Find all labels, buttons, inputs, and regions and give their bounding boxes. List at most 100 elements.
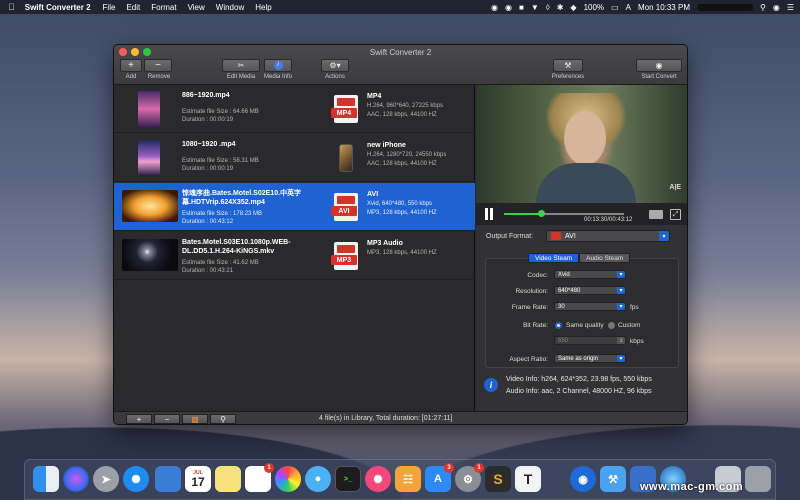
- battery-icon[interactable]: ▭: [611, 3, 619, 12]
- status-icon-2[interactable]: ◉: [505, 3, 512, 12]
- format-icon[interactable]: MP4: [331, 95, 360, 123]
- progress-slider[interactable]: [504, 213, 624, 215]
- start-convert-button[interactable]: ◉: [636, 59, 682, 72]
- sublime-text-icon[interactable]: S: [485, 466, 511, 492]
- file-row[interactable]: 886~1920.mp4 Estimate file Size : 64.66 …: [114, 85, 475, 133]
- bitrate-same-label: Same quality: [566, 322, 604, 329]
- menu-format[interactable]: Format: [151, 3, 176, 12]
- codec-select[interactable]: Xvid ▾: [554, 270, 626, 279]
- apple-menu-icon[interactable]: : [8, 2, 15, 12]
- aspect-value: Same as origin: [558, 355, 599, 362]
- channel-logo: A|E: [669, 184, 681, 191]
- app-window: Swift Converter 2 + − Add Remove ✂ i Edi…: [113, 44, 688, 425]
- finder-icon[interactable]: [33, 466, 59, 492]
- search-file-button[interactable]: ⚲: [210, 414, 236, 424]
- reminders-icon[interactable]: 1: [245, 463, 274, 492]
- format-icon[interactable]: MP3: [331, 242, 360, 270]
- video-thumbnail: [122, 190, 178, 222]
- file-size: Estimate file Size : 58.31 MB: [182, 158, 259, 164]
- trash-button[interactable]: ▩: [182, 414, 208, 424]
- file-row[interactable]: Bates.Motel.S03E10.1080p.WEB-DL.DD5.1.H.…: [114, 232, 475, 280]
- preferences-button[interactable]: ⚒: [553, 59, 583, 72]
- snapshot-icon[interactable]: [649, 210, 663, 219]
- app-store-icon[interactable]: A 3: [425, 463, 454, 492]
- menu-edit[interactable]: Edit: [126, 3, 140, 12]
- video-preview[interactable]: A|E: [476, 85, 687, 203]
- search-icon[interactable]: ⚲: [760, 3, 766, 12]
- wrench-icon: ⚒: [564, 61, 572, 70]
- file-list[interactable]: 886~1920.mp4 Estimate file Size : 64.66 …: [114, 85, 475, 411]
- bitrate-custom-radio[interactable]: [608, 322, 615, 329]
- file-row[interactable]: 1080~1920 .mp4 Estimate file Size : 58.3…: [114, 134, 475, 182]
- add-button[interactable]: +: [120, 59, 142, 72]
- format-icon[interactable]: AVI: [331, 193, 360, 221]
- menu-window[interactable]: Window: [216, 3, 244, 12]
- bitrate-same-radio[interactable]: [555, 322, 562, 329]
- notes-icon[interactable]: [215, 466, 241, 492]
- preview-face: [564, 111, 606, 165]
- resolution-select[interactable]: 640*480 ▾: [554, 286, 626, 295]
- tab-video-steam[interactable]: Video Steam: [528, 253, 580, 263]
- actions-button[interactable]: ⚙▾: [321, 59, 349, 72]
- output-format-label: Output Format:: [486, 233, 534, 240]
- chevron-down-icon: ▾: [617, 271, 625, 278]
- books-icon[interactable]: ☷: [395, 466, 421, 492]
- messages-icon[interactable]: ●: [305, 466, 331, 492]
- photo-app-icon[interactable]: [155, 466, 181, 492]
- menu-app-name[interactable]: Swift Converter 2: [25, 3, 91, 12]
- preferences-label: Preferences: [551, 74, 585, 80]
- edit-media-button[interactable]: ✂: [222, 59, 260, 72]
- wifi-icon[interactable]: ◆: [570, 3, 576, 12]
- aspect-select[interactable]: Same as origin ▾: [554, 354, 626, 363]
- bitrate-value-select[interactable]: 550 ↕: [554, 336, 626, 345]
- remove-file-button[interactable]: −: [154, 414, 180, 424]
- system-preferences-icon[interactable]: ⚙ 1: [455, 463, 484, 492]
- bitrate-custom-label: Custom: [618, 322, 641, 329]
- typora-icon[interactable]: T: [515, 466, 541, 492]
- resolution-label: Resolution:: [515, 288, 548, 295]
- fullscreen-icon[interactable]: ⤢: [670, 209, 681, 220]
- progress-knob[interactable]: [538, 210, 546, 217]
- edit-media-label: Edit Media: [226, 74, 256, 80]
- photos-icon[interactable]: [275, 466, 301, 492]
- file-row-selected[interactable]: 惊魂序曲.Bates.Motel.S02E10.中英字幕.HDTVrip.624…: [114, 183, 475, 231]
- maps-pin-icon[interactable]: ◉: [570, 466, 596, 492]
- menu-file[interactable]: File: [103, 3, 116, 12]
- trash-dock-icon[interactable]: [745, 466, 771, 492]
- output-video-spec: H.264, 960*640, 27225 kbps: [367, 103, 444, 109]
- scissors-icon: ✂: [237, 61, 245, 70]
- resolution-value: 640*480: [558, 287, 581, 294]
- remove-button[interactable]: −: [144, 59, 172, 72]
- status-icon-1[interactable]: ◉: [491, 3, 498, 12]
- add-label: Add: [125, 74, 137, 80]
- pause-icon[interactable]: [484, 208, 494, 220]
- launchpad-icon[interactable]: ➤: [93, 466, 119, 492]
- file-duration: Duration : 00:00:19: [182, 117, 234, 123]
- notification-center-icon[interactable]: ☰: [787, 3, 794, 12]
- media-info-button[interactable]: i: [264, 59, 292, 72]
- system-preferences-badge: 1: [474, 463, 484, 473]
- tab-audio-steam[interactable]: Audio Steam: [579, 253, 631, 263]
- music-icon[interactable]: [365, 466, 391, 492]
- siri-dock-icon[interactable]: [63, 466, 89, 492]
- format-icon[interactable]: [332, 144, 360, 172]
- status-icon-4[interactable]: ▼: [531, 3, 539, 12]
- audio-info: Audio Info: aac, 2 Channel, 48000 HZ, 96…: [506, 388, 652, 395]
- output-format-select[interactable]: AVI ▾: [546, 230, 670, 242]
- menu-help[interactable]: Help: [255, 3, 271, 12]
- safari-icon[interactable]: [123, 466, 149, 492]
- menu-view[interactable]: View: [188, 3, 205, 12]
- input-source-icon[interactable]: A: [626, 3, 631, 12]
- siri-icon[interactable]: ◉: [773, 3, 780, 12]
- terminal-icon[interactable]: >_: [335, 466, 361, 492]
- status-icon-3[interactable]: ■: [519, 3, 524, 12]
- calendar-icon[interactable]: JUL 17: [185, 466, 211, 492]
- add-file-button[interactable]: +: [126, 414, 152, 424]
- xcode-icon[interactable]: ⚒: [600, 466, 626, 492]
- output-format-name: AVI: [367, 191, 379, 198]
- mp4-file-icon: MP4: [331, 95, 358, 123]
- status-icon-5[interactable]: ◊: [546, 3, 550, 12]
- bluetooth-icon[interactable]: ✱: [557, 3, 564, 12]
- framerate-select[interactable]: 30 ▾: [554, 302, 626, 311]
- clock[interactable]: Mon 10:33 PM: [638, 3, 690, 12]
